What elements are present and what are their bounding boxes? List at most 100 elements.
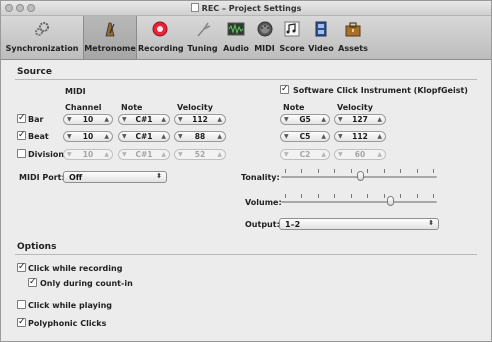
division-label: Division (28, 150, 65, 159)
popup-value: Off (69, 173, 83, 182)
options-section-title: Options (17, 242, 57, 252)
slider-tick (318, 194, 319, 198)
metronome-icon (105, 22, 115, 37)
output-label: Output: (245, 220, 280, 229)
tuning-fork-icon (196, 22, 210, 37)
slider-track (281, 201, 437, 203)
audio-waveform-icon (227, 22, 245, 36)
division-velocity-stepper[interactable]: ▼ 52 ▲ (174, 149, 226, 160)
sw-velocity-header: Velocity (337, 103, 373, 112)
tab-label: Synchronization (5, 44, 79, 53)
slider-knob[interactable] (357, 171, 364, 181)
tab-label: Assets (338, 44, 368, 53)
slider-tick (301, 194, 302, 198)
midi-header: MIDI (65, 87, 86, 96)
polyphonic-clicks-label: Polyphonic Clicks (28, 319, 107, 328)
beat-channel-stepper[interactable]: ▼ 10 ▲ (63, 131, 113, 142)
beat-label: Beat (28, 132, 49, 141)
output-popup[interactable]: 1–2 ⬍ (279, 218, 439, 230)
click-while-playing-checkbox[interactable] (17, 300, 26, 309)
tab-label: MIDI (254, 44, 275, 53)
tab-video[interactable]: Video (307, 16, 335, 59)
tab-score[interactable]: Score (278, 16, 306, 59)
beat-sw-note-stepper[interactable]: ▼ C5 ▲ (280, 131, 330, 142)
division-sw-note-stepper[interactable]: ▼ C2 ▲ (280, 149, 330, 160)
beat-sw-velocity-stepper[interactable]: ▼ 112 ▲ (334, 131, 386, 142)
tonality-slider[interactable] (281, 169, 437, 183)
division-channel-stepper[interactable]: ▼ 10 ▲ (63, 149, 113, 160)
popup-arrows-icon: ⬍ (428, 219, 434, 227)
beat-checkbox[interactable]: ✓ (17, 131, 26, 140)
tab-tuning[interactable]: Tuning (185, 16, 220, 59)
midi-port-popup[interactable]: Off ⬍ (63, 171, 167, 183)
tab-synchronization[interactable]: Synchronization (3, 16, 81, 59)
midi-plug-icon (257, 21, 272, 37)
slider-tick (367, 169, 368, 173)
slider-knob[interactable] (387, 196, 394, 206)
software-click-label: Software Click Instrument (KlopfGeist) (293, 86, 468, 95)
popup-arrows-icon: ⬍ (156, 172, 162, 180)
tab-label: Recording (138, 44, 184, 53)
record-icon (152, 21, 168, 37)
slider-tick (400, 169, 401, 173)
only-during-count-in-checkbox[interactable]: ✓ (28, 278, 37, 287)
slider-tick (384, 169, 385, 173)
divider (15, 254, 477, 255)
settings-toolbar: Synchronization Metronome Recording Tuni… (1, 16, 491, 60)
bar-sw-note-stepper[interactable]: ▼ G5 ▲ (280, 114, 330, 125)
division-sw-velocity-stepper[interactable]: ▼ 60 ▲ (334, 149, 386, 160)
slider-tick (417, 169, 418, 173)
tab-metronome[interactable]: Metronome (83, 16, 137, 59)
tab-label: Tuning (187, 44, 218, 53)
slider-tick (351, 169, 352, 173)
note-header: Note (121, 103, 143, 112)
document-icon (190, 3, 199, 12)
slider-tick (433, 169, 434, 173)
slider-tick (285, 169, 286, 173)
bar-checkbox[interactable]: ✓ (17, 114, 26, 123)
bar-channel-stepper[interactable]: ▼ 10 ▲ (63, 114, 113, 125)
bar-sw-velocity-stepper[interactable]: ▼ 127 ▲ (334, 114, 386, 125)
slider-tick (417, 194, 418, 198)
volume-slider[interactable] (281, 194, 437, 208)
beat-velocity-stepper[interactable]: ▼ 88 ▲ (174, 131, 226, 142)
title-bar: REC – Project Settings (1, 1, 491, 16)
slider-tick (285, 194, 286, 198)
tab-audio[interactable]: Audio (221, 16, 251, 59)
slider-tick (318, 169, 319, 173)
tab-label: Score (279, 44, 305, 53)
division-note-stepper[interactable]: ▼ C#1 ▲ (118, 149, 170, 160)
tab-label: Audio (223, 44, 249, 53)
only-during-count-in-label: Only during count-in (40, 279, 133, 288)
polyphonic-clicks-checkbox[interactable]: ✓ (17, 318, 26, 327)
tab-assets[interactable]: Assets (337, 16, 369, 59)
software-click-checkbox[interactable]: ✓ (280, 85, 289, 94)
slider-tick (351, 194, 352, 198)
slider-tick (433, 194, 434, 198)
midi-port-label: MIDI Port: (19, 173, 65, 182)
slider-tick (384, 194, 385, 198)
click-while-playing-label: Click while playing (28, 301, 112, 310)
slider-tick (334, 194, 335, 198)
bar-note-stepper[interactable]: ▼ C#1 ▲ (118, 114, 170, 125)
source-section-title: Source (17, 67, 52, 77)
click-while-recording-checkbox[interactable]: ✓ (17, 263, 26, 272)
tab-label: Video (308, 44, 334, 53)
slider-tick (367, 194, 368, 198)
beat-note-stepper[interactable]: ▼ C#1 ▲ (118, 131, 170, 142)
divider (15, 79, 477, 80)
tab-label: Metronome (84, 44, 136, 53)
bar-velocity-stepper[interactable]: ▼ 112 ▲ (174, 114, 226, 125)
video-film-icon (315, 21, 327, 37)
slider-tick (334, 169, 335, 173)
tab-midi[interactable]: MIDI (252, 16, 277, 59)
sw-note-header: Note (283, 103, 305, 112)
volume-label: Volume: (245, 198, 282, 207)
tonality-label: Tonality: (241, 173, 280, 182)
tab-recording[interactable]: Recording (138, 16, 184, 59)
popup-value: 1–2 (285, 220, 301, 229)
channel-header: Channel (65, 103, 102, 112)
division-checkbox[interactable] (17, 149, 26, 158)
velocity-header: Velocity (177, 103, 213, 112)
click-while-recording-label: Click while recording (28, 264, 123, 273)
